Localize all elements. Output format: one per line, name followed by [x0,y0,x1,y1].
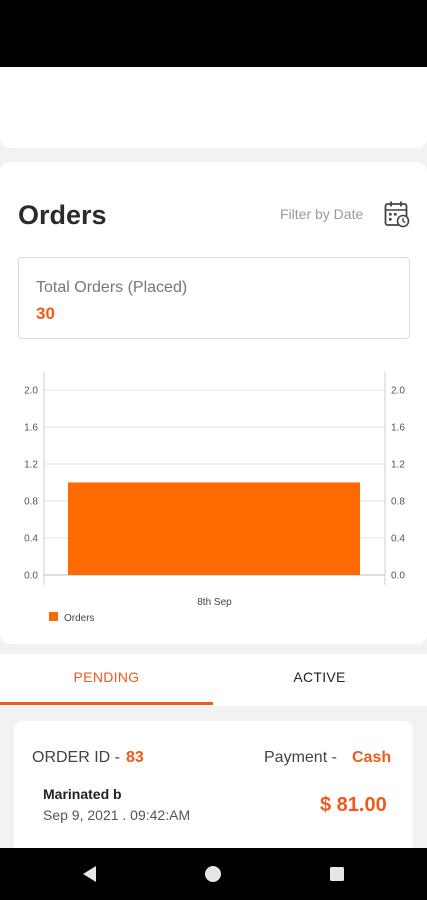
right-tick-label: 1.2 [391,460,405,471]
payment-value: Cash [352,749,392,766]
back-triangle-icon[interactable] [78,862,102,886]
y-tick-label: 0.4 [24,534,38,545]
total-orders-value: 30 [36,304,55,323]
y-tick-label: 0.0 [24,571,38,582]
order-total: $ 81.00 [320,794,387,816]
total-orders-label: Total Orders (Placed) [36,279,188,296]
legend-swatch [49,612,58,621]
tab-selected-indicator [0,702,213,705]
y-tick-label: 2.0 [24,386,38,397]
top-card [0,67,427,148]
y-tick-label: 0.8 [24,497,38,508]
right-tick-label: 0.0 [391,571,405,582]
right-tick-label: 2.0 [391,386,405,397]
bar-8th-sep [68,482,360,575]
order-id-value: 83 [126,749,144,766]
y-tick-label: 1.6 [24,423,38,434]
y-tick-label: 1.2 [24,460,38,471]
right-tick-label: 0.4 [391,534,405,545]
home-circle-icon[interactable] [201,862,225,886]
order-card[interactable]: ORDER ID - 83 Payment - Cash Marinated b… [14,721,413,861]
calendar-clock-icon[interactable] [384,200,410,228]
tab-pending[interactable]: PENDING [0,654,213,706]
legend-label: Orders [64,613,95,624]
recents-square-icon[interactable] [325,862,349,886]
order-date: Sep 9, 2021 . 09:42:AM [43,807,191,823]
x-tick-label: 8th Sep [197,597,232,608]
orders-title: Orders [18,200,107,230]
order-tabs: PENDING ACTIVE [0,654,427,706]
payment-label: Payment - [264,749,337,766]
total-orders-box: Total Orders (Placed) 30 [18,257,410,339]
orders-bar-chart: 0.0 0.4 0.8 1.2 1.6 2.0 0.0 0.4 0.8 1.2 1.6 2.0 8th … [24,372,405,624]
navigation-bar [0,848,427,900]
status-bar [0,0,427,67]
right-tick-label: 0.8 [391,497,405,508]
right-tick-label: 1.6 [391,423,405,434]
filter-by-date-label[interactable]: Filter by Date [280,206,363,222]
order-id-label: ORDER ID - [32,749,120,766]
order-item-name: Marinated b [43,786,122,802]
tab-active[interactable]: ACTIVE [213,654,426,706]
